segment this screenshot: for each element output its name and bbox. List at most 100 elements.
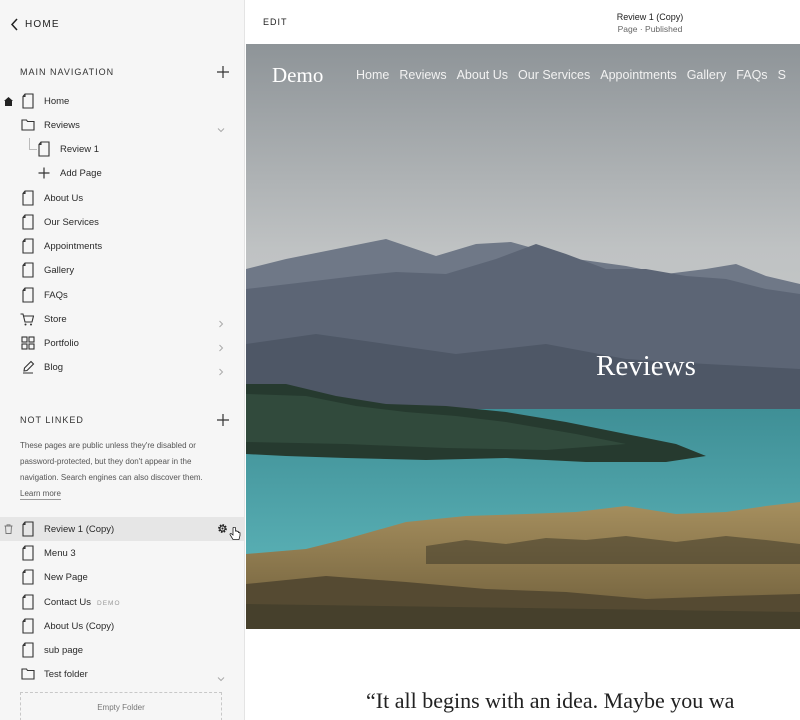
- sidebar-item-new-page[interactable]: New Page: [0, 565, 244, 589]
- sidebar-item-sub-page[interactable]: sub page: [0, 638, 244, 662]
- sidebar-item-label: Test folder: [44, 668, 88, 680]
- chevron-right-icon[interactable]: [217, 363, 225, 376]
- sidebar-item-appointments[interactable]: Appointments: [0, 234, 244, 258]
- site-navigation: Home Reviews About Us Our Services Appoi…: [356, 68, 786, 82]
- add-page-in-folder-button[interactable]: Add Page: [0, 161, 244, 185]
- sidebar-item-portfolio[interactable]: Portfolio: [0, 331, 244, 355]
- cart-icon: [20, 311, 34, 327]
- sidebar-item-label: Home: [44, 95, 70, 107]
- main-navigation-title: MAIN NAVIGATION: [20, 67, 115, 77]
- sidebar-item-label: Menu 3: [44, 547, 76, 559]
- sidebar-item-label: Appointments: [44, 240, 103, 252]
- sidebar-item-label: Reviews: [44, 119, 80, 131]
- page-icon: [21, 642, 35, 658]
- chevron-right-icon[interactable]: [217, 339, 225, 352]
- site-nav-home[interactable]: Home: [356, 68, 389, 82]
- sidebar-item-label: sub page: [44, 644, 84, 656]
- sidebar-item-test-folder[interactable]: Test folder: [0, 662, 244, 686]
- editor-topbar: EDIT Review 1 (Copy) Page · Published: [246, 0, 800, 44]
- page-icon: [21, 262, 35, 278]
- site-nav-truncated[interactable]: S: [778, 68, 786, 82]
- sidebar-item-our-services[interactable]: Our Services: [0, 210, 244, 234]
- sidebar-item-label: Add Page: [60, 167, 102, 179]
- site-preview: EDIT Review 1 (Copy) Page · Published De…: [246, 0, 800, 720]
- not-linked-header: NOT LINKED: [20, 412, 230, 428]
- chevron-down-icon[interactable]: [217, 670, 225, 682]
- not-linked-description: These pages are public unless they're di…: [20, 438, 230, 502]
- demo-badge: DEMO: [97, 599, 121, 607]
- sidebar-item-label: FAQs: [44, 289, 68, 301]
- sidebar-item-contact-us[interactable]: Contact Us DEMO: [0, 590, 244, 614]
- page-icon: [21, 594, 35, 610]
- page-icon: [21, 545, 35, 561]
- page-icon: [21, 569, 35, 585]
- page-icon: [21, 214, 35, 230]
- homepage-marker-icon: [4, 97, 13, 106]
- plus-icon: [37, 165, 51, 181]
- home-back-label: HOME: [25, 18, 60, 30]
- sidebar-item-label: Review 1 (Copy): [44, 523, 115, 535]
- add-page-not-linked-button[interactable]: [216, 413, 230, 427]
- sidebar-item-review-1-copy[interactable]: Review 1 (Copy): [0, 517, 244, 541]
- sidebar-item-label-wrap: Contact Us DEMO: [44, 597, 121, 608]
- page-icon: [21, 618, 35, 634]
- page-info: Review 1 (Copy) Page · Published: [540, 12, 760, 34]
- sidebar-item-label: About Us (Copy): [44, 620, 115, 632]
- chevron-down-icon[interactable]: [217, 121, 225, 133]
- sidebar-item-blog[interactable]: Blog: [0, 355, 244, 379]
- chevron-left-icon: [10, 17, 18, 31]
- cursor-hand-icon: [229, 527, 241, 540]
- sidebar-item-label: New Page: [44, 571, 88, 583]
- page-icon: [21, 521, 35, 537]
- sidebar-item-home[interactable]: Home: [0, 89, 244, 113]
- landscape-image: [246, 44, 800, 629]
- hero-title: Reviews: [596, 350, 696, 382]
- site-nav-about-us[interactable]: About Us: [457, 68, 508, 82]
- home-back-link[interactable]: HOME: [10, 16, 60, 32]
- site-nav-gallery[interactable]: Gallery: [687, 68, 727, 82]
- site-logo[interactable]: Demo: [272, 63, 323, 88]
- page-status: Page · Published: [617, 24, 683, 34]
- site-nav-reviews[interactable]: Reviews: [399, 68, 446, 82]
- empty-folder-dropzone[interactable]: Empty Folder: [20, 692, 222, 720]
- site-nav-faqs[interactable]: FAQs: [736, 68, 767, 82]
- folder-icon: [21, 117, 35, 133]
- sidebar-item-store[interactable]: Store: [0, 307, 244, 331]
- edit-button[interactable]: EDIT: [263, 17, 288, 27]
- quote-text: “It all begins with an idea. Maybe you w…: [366, 688, 735, 713]
- sidebar-item-gallery[interactable]: Gallery: [0, 258, 244, 282]
- learn-more-link[interactable]: Learn more: [20, 488, 61, 500]
- sidebar-item-about-us[interactable]: About Us: [0, 186, 244, 210]
- sidebar-item-reviews[interactable]: Reviews: [0, 113, 244, 137]
- sidebar-item-faqs[interactable]: FAQs: [0, 283, 244, 307]
- page-icon: [21, 238, 35, 254]
- page-icon: [21, 190, 35, 206]
- sidebar-item-label: Review 1: [60, 143, 100, 155]
- hero-banner: Demo Home Reviews About Us Our Services …: [246, 44, 800, 629]
- site-nav-our-services[interactable]: Our Services: [518, 68, 590, 82]
- sidebar-item-label: Blog: [44, 361, 64, 373]
- pages-sidebar: HOME MAIN NAVIGATION Home Reviews Review…: [0, 0, 245, 720]
- gear-icon[interactable]: [216, 522, 229, 535]
- site-nav-appointments[interactable]: Appointments: [600, 68, 676, 82]
- folder-icon: [21, 666, 35, 682]
- sidebar-item-label: Contact Us: [44, 596, 91, 608]
- page-icon: [21, 93, 35, 109]
- empty-folder-label: Empty Folder: [97, 702, 145, 712]
- sidebar-item-label: Our Services: [44, 216, 99, 228]
- not-linked-description-text: These pages are public unless they're di…: [20, 441, 203, 482]
- sidebar-item-menu-3[interactable]: Menu 3: [0, 541, 244, 565]
- sidebar-item-label: Portfolio: [44, 337, 79, 349]
- chevron-right-icon[interactable]: [217, 315, 225, 328]
- trash-icon[interactable]: [4, 524, 13, 534]
- blog-icon: [21, 359, 35, 375]
- not-linked-title: NOT LINKED: [20, 415, 84, 425]
- add-page-main-nav-button[interactable]: [216, 65, 230, 79]
- page-icon: [37, 141, 51, 157]
- sidebar-item-label: Gallery: [44, 264, 75, 276]
- main-navigation-header: MAIN NAVIGATION: [20, 64, 230, 80]
- page-icon: [21, 287, 35, 303]
- sidebar-item-label: Store: [44, 313, 67, 325]
- sidebar-item-review-1[interactable]: Review 1: [0, 137, 244, 161]
- sidebar-item-about-us-copy[interactable]: About Us (Copy): [0, 614, 244, 638]
